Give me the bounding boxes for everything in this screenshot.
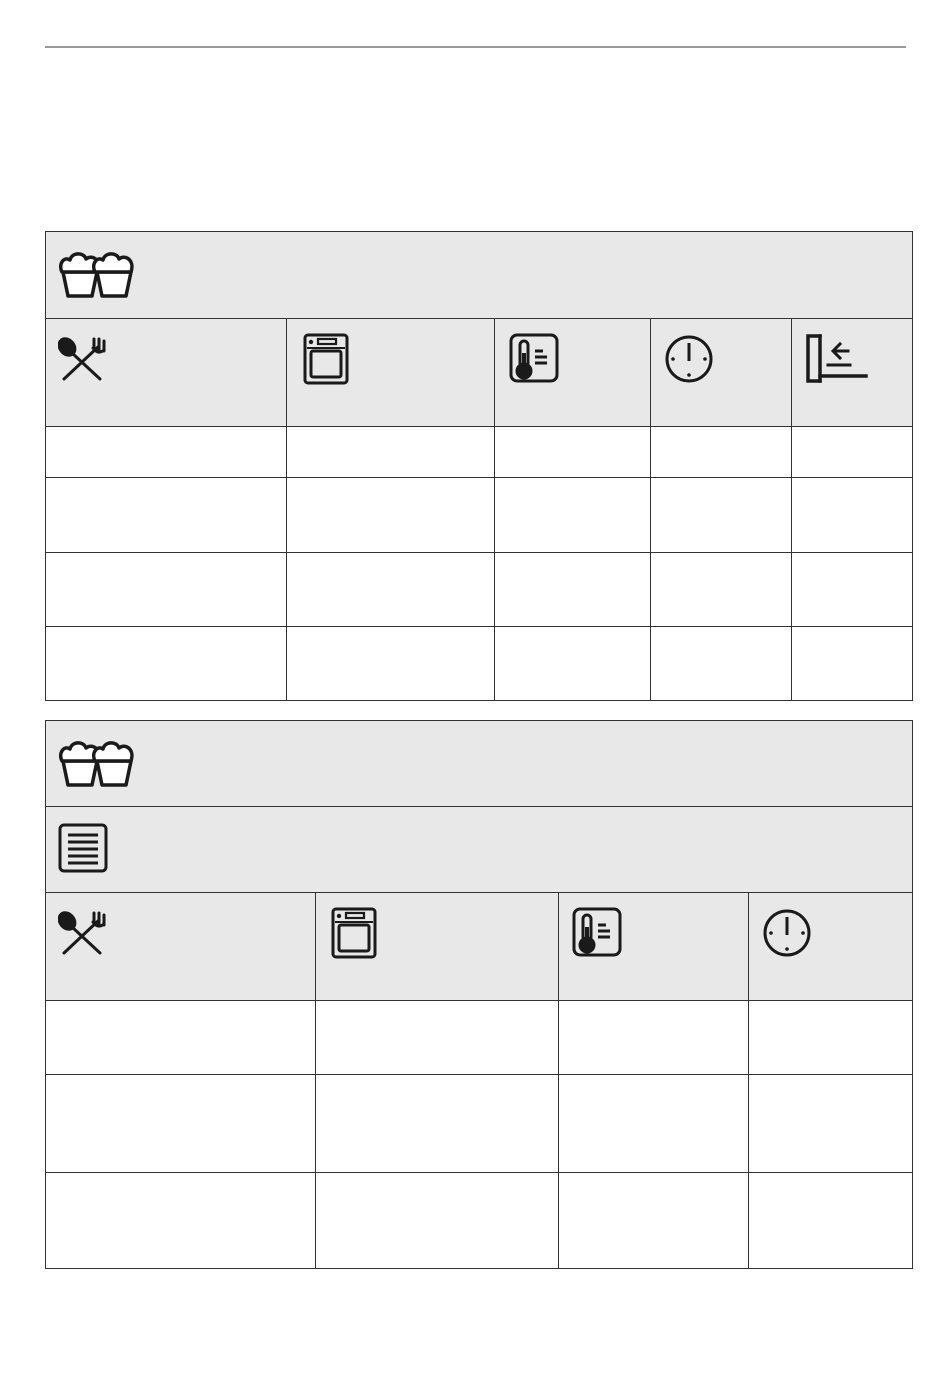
cell-shelf — [287, 627, 495, 700]
thermometer-icon — [509, 333, 561, 385]
column-header-time — [651, 319, 792, 426]
cell-shelf — [316, 1173, 559, 1268]
cell-food — [46, 427, 287, 477]
baking-table-1 — [45, 231, 913, 701]
cell-temperature — [559, 1075, 749, 1172]
cell-temperature — [559, 1173, 749, 1268]
baking-table-2 — [45, 720, 913, 1269]
cell-time — [749, 1173, 912, 1268]
table-row — [46, 1173, 912, 1268]
cell-time — [651, 627, 792, 700]
oven-shelf-icon — [303, 333, 349, 385]
column-header-food — [46, 319, 287, 426]
cell-temperature — [495, 427, 651, 477]
cell-shelf — [287, 553, 495, 626]
table-row — [46, 427, 912, 478]
cell-food — [46, 1001, 316, 1074]
table-row — [46, 627, 912, 700]
cell-food — [46, 1173, 316, 1268]
table-2-header-row — [46, 893, 912, 1001]
cell-temperature — [495, 553, 651, 626]
cell-time — [749, 1075, 912, 1172]
cupcakes-icon — [58, 250, 140, 300]
table-2-tray-band — [46, 807, 912, 893]
table-row — [46, 1075, 912, 1173]
table-row — [46, 1001, 912, 1075]
cell-temperature — [559, 1001, 749, 1074]
column-header-temperature — [495, 319, 651, 426]
column-header-food — [46, 893, 316, 1000]
cell-shelf — [316, 1001, 559, 1074]
cell-level — [792, 478, 912, 552]
top-rule — [45, 46, 906, 48]
spoon-fork-icon — [58, 335, 110, 383]
table-1-category-band — [46, 232, 912, 319]
table-2-category-band — [46, 721, 912, 807]
clock-icon — [665, 335, 717, 387]
cell-time — [749, 1001, 912, 1074]
oven-shelf-icon — [331, 907, 377, 959]
cell-time — [651, 553, 792, 626]
baking-tray-icon — [58, 823, 110, 875]
column-header-level — [792, 319, 912, 426]
cell-temperature — [495, 478, 651, 552]
cell-food — [46, 478, 287, 552]
thermometer-icon — [572, 907, 624, 959]
cell-level — [792, 553, 912, 626]
column-header-temperature — [559, 893, 749, 1000]
cell-shelf — [287, 427, 495, 477]
table-row — [46, 553, 912, 627]
table-row — [46, 478, 912, 553]
cell-shelf — [316, 1075, 559, 1172]
column-header-time — [749, 893, 912, 1000]
cell-food — [46, 627, 287, 700]
cell-food — [46, 553, 287, 626]
cell-shelf — [287, 478, 495, 552]
clock-icon — [763, 909, 815, 961]
cell-level — [792, 627, 912, 700]
column-header-shelf — [316, 893, 559, 1000]
cell-temperature — [495, 627, 651, 700]
shelf-level-icon — [804, 333, 870, 385]
cell-level — [792, 427, 912, 477]
cell-time — [651, 478, 792, 552]
cupcakes-icon — [58, 739, 140, 789]
table-1-header-row — [46, 319, 912, 427]
column-header-shelf — [287, 319, 495, 426]
cell-food — [46, 1075, 316, 1172]
spoon-fork-icon — [58, 909, 110, 957]
cell-time — [651, 427, 792, 477]
